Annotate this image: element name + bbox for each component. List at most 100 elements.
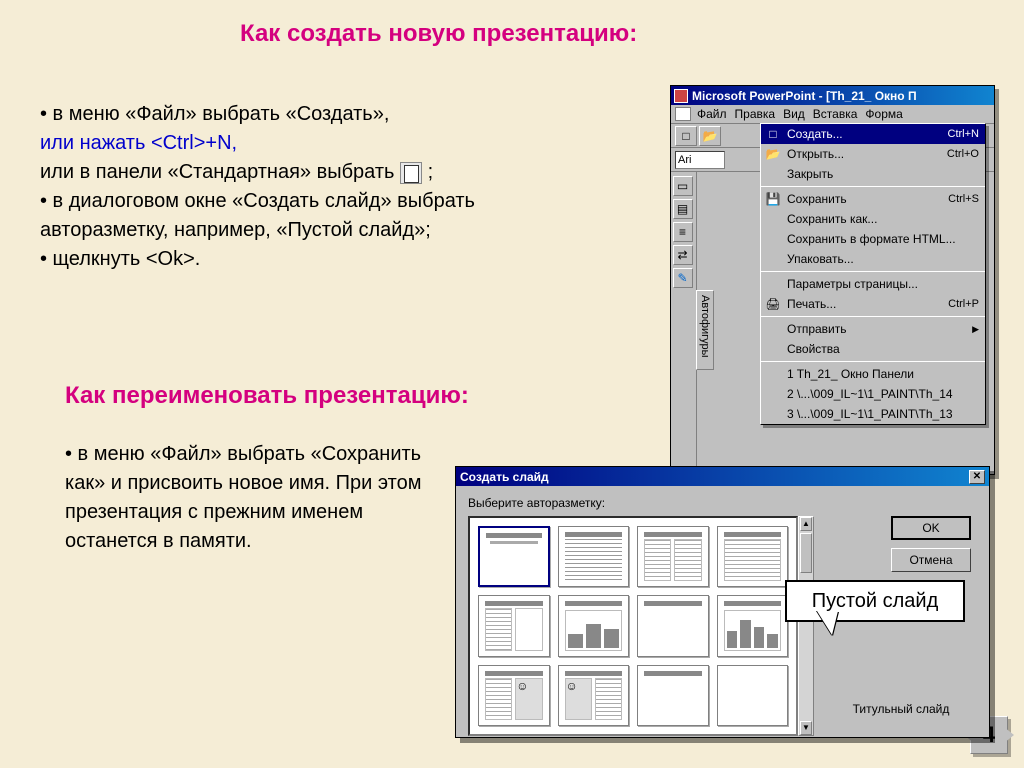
- instructions-create: • в меню «Файл» выбрать «Создать», или н…: [40, 100, 600, 274]
- file-menu: □Создать...Ctrl+N📂Открыть...Ctrl+O Закрыт…: [760, 123, 986, 425]
- menu-item-icon: [765, 406, 781, 422]
- open-button[interactable]: 📂: [699, 126, 721, 146]
- layout-chart-text[interactable]: [558, 595, 630, 656]
- dlg-title: Создать слайд: [460, 470, 549, 484]
- file-menu-item[interactable]: Сохранить в формате HTML...: [761, 229, 985, 249]
- menu-edit[interactable]: Правка: [735, 107, 776, 121]
- menu-item-icon: [765, 386, 781, 402]
- file-menu-item[interactable]: 📂Открыть...Ctrl+O: [761, 144, 985, 164]
- menu-separator: [761, 361, 985, 362]
- layout-bulleted[interactable]: [558, 526, 630, 587]
- menu-item-label: Сохранить как...: [787, 212, 979, 226]
- tool-4[interactable]: ⇄: [673, 245, 693, 265]
- font-combo[interactable]: Ari: [675, 151, 725, 169]
- menu-item-label: Отправить: [787, 322, 968, 336]
- file-menu-item[interactable]: 💾 СохранитьCtrl+S: [761, 189, 985, 209]
- powerpoint-icon: [674, 89, 688, 103]
- menu-item-shortcut: Ctrl+O: [947, 148, 979, 160]
- menu-insert[interactable]: Вставка: [813, 107, 858, 121]
- file-menu-item[interactable]: 2 \...\009_IL~1\1_PAINT\Th_14: [761, 384, 985, 404]
- layout-scrollbar[interactable]: ▲ ▼: [798, 516, 814, 736]
- heading-create: Как создать новую презентацию:: [240, 20, 637, 48]
- menu-item-icon: [765, 366, 781, 382]
- new-document-icon: [400, 162, 422, 184]
- close-button[interactable]: ✕: [969, 470, 985, 484]
- menu-item-icon: 📂: [765, 146, 781, 162]
- bullet-1a: • в меню «Файл» выбрать «Создать»,: [40, 100, 600, 129]
- menu-item-label: Печать...: [787, 297, 948, 311]
- cancel-button[interactable]: Отмена: [891, 548, 971, 572]
- tool-3[interactable]: ≡: [673, 222, 693, 242]
- menu-item-icon: [765, 211, 781, 227]
- autoshapes-button[interactable]: Автофигуры: [696, 290, 714, 370]
- menu-separator: [761, 186, 985, 187]
- menu-item-icon: 💾: [765, 191, 781, 207]
- layout-grid: ☺ ☺: [468, 516, 798, 736]
- file-menu-item[interactable]: 1 Th_21_ Окно Панели: [761, 364, 985, 384]
- menu-item-label: Параметры страницы...: [787, 277, 979, 291]
- layout-title-only[interactable]: [637, 665, 709, 726]
- instructions-rename: • в меню «Файл» выбрать «Сохранить как» …: [65, 440, 435, 556]
- file-menu-item[interactable]: Упаковать...: [761, 249, 985, 269]
- pp-titlebar: Microsoft PowerPoint - [Th_21_ Окно П: [671, 86, 994, 105]
- pp-menubar: Файл Правка Вид Вставка Форма: [671, 105, 994, 124]
- tool-2[interactable]: ▤: [673, 199, 693, 219]
- layout-title[interactable]: [478, 526, 550, 587]
- ok-button[interactable]: OK: [891, 516, 971, 540]
- layout-two-col[interactable]: [637, 526, 709, 587]
- layout-blank[interactable]: [717, 665, 789, 726]
- menu-item-shortcut: Ctrl+N: [948, 128, 979, 140]
- menu-item-icon: [765, 166, 781, 182]
- layout-org-chart[interactable]: [637, 595, 709, 656]
- bullet-1c-pre: или в панели «Стандартная» выбрать: [40, 161, 400, 183]
- menu-item-icon: [765, 321, 781, 337]
- tool-1[interactable]: ▭: [673, 176, 693, 196]
- bullet-3: • щелкнуть <Ok>.: [40, 245, 600, 274]
- heading-rename: Как переименовать презентацию:: [65, 382, 469, 410]
- file-menu-item[interactable]: Параметры страницы...: [761, 274, 985, 294]
- menu-item-icon: [765, 341, 781, 357]
- menu-item-icon: [765, 251, 781, 267]
- menu-item-label: Упаковать...: [787, 252, 979, 266]
- dlg-titlebar: Создать слайд ✕: [456, 467, 989, 486]
- menu-format[interactable]: Форма: [865, 107, 902, 121]
- layout-clip-text[interactable]: ☺: [558, 665, 630, 726]
- menu-item-label: 2 \...\009_IL~1\1_PAINT\Th_14: [787, 387, 979, 401]
- bullet-2: • в диалоговом окне «Создать слайд» выбр…: [40, 187, 600, 245]
- file-menu-item[interactable]: Свойства: [761, 339, 985, 359]
- menu-file[interactable]: Файл: [697, 107, 727, 121]
- file-menu-item[interactable]: Отправить ▶: [761, 319, 985, 339]
- new-button[interactable]: □: [675, 126, 697, 146]
- scroll-up-button[interactable]: ▲: [800, 517, 812, 531]
- menu-item-label: 3 \...\009_IL~1\1_PAINT\Th_13: [787, 407, 979, 421]
- menu-item-label: Создать...: [787, 127, 948, 141]
- file-menu-item[interactable]: 3 \...\009_IL~1\1_PAINT\Th_13: [761, 404, 985, 424]
- tool-5[interactable]: ✎: [673, 268, 693, 288]
- layout-text-clip[interactable]: ☺: [478, 665, 550, 726]
- app-control-icon[interactable]: [675, 107, 691, 121]
- layout-table[interactable]: [717, 526, 789, 587]
- file-menu-item[interactable]: 🖨Печать...Ctrl+P: [761, 294, 985, 314]
- menu-item-icon: [765, 276, 781, 292]
- menu-item-shortcut: Ctrl+S: [948, 193, 979, 205]
- menu-item-label: Сохранить: [787, 192, 948, 206]
- menu-item-label: 1 Th_21_ Окно Панели: [787, 367, 979, 381]
- bullet-1c: или в панели «Стандартная» выбрать ;: [40, 158, 600, 187]
- layout-text-chart[interactable]: [478, 595, 550, 656]
- menu-separator: [761, 271, 985, 272]
- file-menu-item[interactable]: Сохранить как...: [761, 209, 985, 229]
- scroll-thumb[interactable]: [800, 533, 812, 573]
- file-menu-item[interactable]: □Создать...Ctrl+N: [761, 124, 985, 144]
- menu-item-icon: 🖨: [765, 296, 781, 312]
- file-menu-item[interactable]: Закрыть: [761, 164, 985, 184]
- scroll-down-button[interactable]: ▼: [800, 721, 812, 735]
- layout-chart[interactable]: [717, 595, 789, 656]
- pp-title: Microsoft PowerPoint - [Th_21_ Окно П: [692, 89, 917, 103]
- selected-layout-label: Титульный слайд: [831, 702, 971, 716]
- bullet-1c-post: ;: [428, 161, 434, 183]
- menu-item-label: Свойства: [787, 342, 979, 356]
- menu-view[interactable]: Вид: [783, 107, 805, 121]
- bullet-1b: или нажать <Ctrl>+N,: [40, 129, 600, 158]
- submenu-arrow-icon: ▶: [972, 324, 979, 335]
- menu-item-label: Закрыть: [787, 167, 979, 181]
